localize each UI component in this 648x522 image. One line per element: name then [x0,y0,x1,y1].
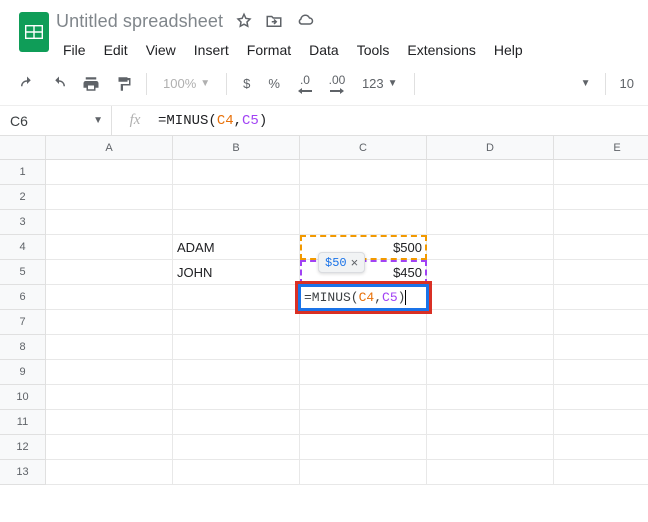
percent-button[interactable]: % [262,76,286,91]
row-header[interactable]: 6 [0,285,46,310]
row-header[interactable]: 11 [0,410,46,435]
row-header[interactable]: 4 [0,235,46,260]
row-header[interactable]: 1 [0,160,46,185]
paint-format-button[interactable] [110,71,136,97]
cloud-status-icon[interactable] [295,12,315,30]
row-header[interactable]: 9 [0,360,46,385]
active-edit-cell[interactable]: =MINUS(C4,C5) [298,284,429,311]
menu-edit[interactable]: Edit [97,38,135,62]
menu-insert[interactable]: Insert [187,38,236,62]
col-header[interactable]: B [173,136,300,160]
sheets-icon [25,25,43,39]
menu-data[interactable]: Data [302,38,346,62]
redo-button[interactable] [46,71,72,97]
currency-button[interactable]: $ [237,76,256,91]
menu-extensions[interactable]: Extensions [400,38,482,62]
zoom-dropdown[interactable]: 100%▼ [157,76,216,91]
decrease-decimal-button[interactable]: .0 [292,71,318,97]
menu-help[interactable]: Help [487,38,530,62]
name-box[interactable]: C6 ▼ [0,106,112,135]
row-header[interactable]: 10 [0,385,46,410]
row-header[interactable]: 5 [0,260,46,285]
cell[interactable]: JOHN [173,260,300,285]
menu-format[interactable]: Format [240,38,298,62]
menu-bar: File Edit View Insert Format Data Tools … [56,34,636,62]
row-headers: 1 2 3 4 5 6 7 8 9 10 11 12 13 [0,160,46,485]
row-header[interactable]: 2 [0,185,46,210]
formula-result-hint: $50 × [318,252,365,273]
menu-view[interactable]: View [139,38,183,62]
menu-tools[interactable]: Tools [350,38,397,62]
row-header[interactable]: 3 [0,210,46,235]
column-headers: A B C D E [46,136,648,160]
undo-button[interactable] [14,71,40,97]
header: Untitled spreadsheet File Edit View Inse… [0,0,648,62]
row-header[interactable]: 8 [0,335,46,360]
select-all-corner[interactable] [0,136,46,160]
formula-input[interactable]: =MINUS(C4,C5) [158,113,267,129]
cell[interactable]: ADAM [173,235,300,260]
col-header[interactable]: E [554,136,648,160]
move-icon[interactable] [265,12,283,30]
doc-title[interactable]: Untitled spreadsheet [56,11,223,32]
close-icon[interactable]: × [351,255,359,270]
print-button[interactable] [78,71,104,97]
hint-value: $50 [325,256,347,270]
fx-icon: fx [112,112,158,129]
cells-area: ADAM$500 JOHN$450 [46,160,648,485]
col-header[interactable]: D [427,136,554,160]
col-header[interactable]: C [300,136,427,160]
number-format-dropdown[interactable]: 123▼ [356,76,404,91]
col-header[interactable]: A [46,136,173,160]
menu-file[interactable]: File [56,38,93,62]
formula-bar: C6 ▼ fx =MINUS(C4,C5) [0,106,648,136]
row-header[interactable]: 7 [0,310,46,335]
row-header[interactable]: 12 [0,435,46,460]
toolbar: 100%▼ $ % .0 .00 123▼ ▼ 10 [0,62,648,106]
font-size-input[interactable]: 10 [620,76,634,91]
font-dropdown[interactable]: ▼ [581,78,591,89]
star-icon[interactable] [235,12,253,30]
increase-decimal-button[interactable]: .00 [324,71,350,97]
app-logo[interactable] [12,8,56,62]
row-header[interactable]: 13 [0,460,46,485]
